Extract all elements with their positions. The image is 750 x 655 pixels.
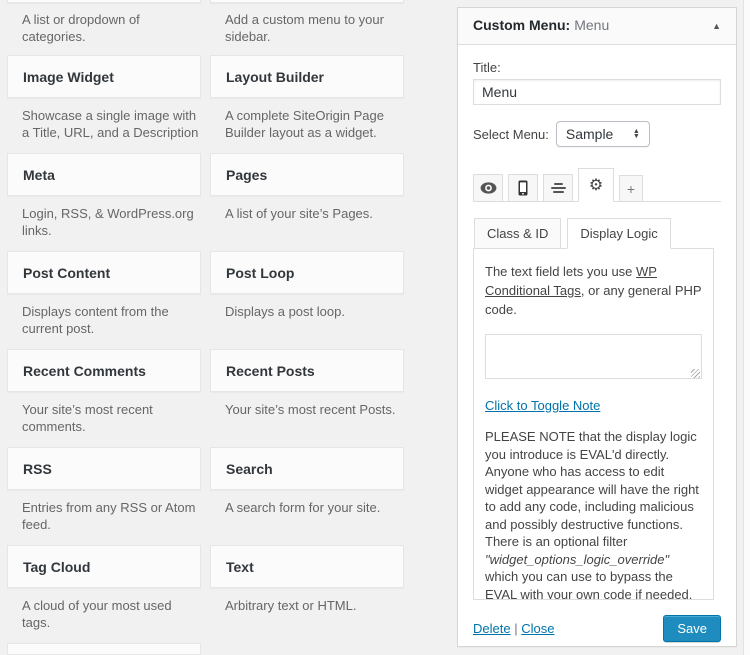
- gear-icon: ⚙: [589, 177, 603, 193]
- widget-description: Your site’s most recent comments.: [22, 401, 199, 435]
- widget-card-search[interactable]: Search: [210, 447, 404, 490]
- toggle-note-link[interactable]: Click to Toggle Note: [485, 398, 600, 413]
- menu-select-value: Sample: [566, 126, 621, 142]
- widget-description: A search form for your site.: [225, 499, 402, 516]
- tab-settings[interactable]: ⚙: [578, 168, 614, 202]
- widget-card-recent-posts[interactable]: Recent Posts: [210, 349, 404, 392]
- widget-title: Tag Cloud: [23, 559, 90, 575]
- widget-card-post-loop[interactable]: Post Loop: [210, 251, 404, 294]
- custom-menu-widget-panel: Custom Menu:Menu ▲ Title: Select Menu: S…: [457, 7, 737, 647]
- widget-card-layout-builder[interactable]: Layout Builder: [210, 55, 404, 98]
- widget-panel-title: Custom Menu:: [473, 17, 570, 33]
- menu-select-dropdown[interactable]: Sample ▲ ▼: [556, 121, 650, 147]
- close-link[interactable]: Close: [521, 621, 554, 636]
- tab-visibility[interactable]: [473, 174, 503, 202]
- footer-separator: |: [514, 621, 517, 636]
- widget-description: A complete SiteOrigin Page Builder layou…: [225, 107, 402, 141]
- available-widgets-list: A list or dropdown of categories. Add a …: [7, 0, 405, 655]
- eye-icon: [480, 182, 497, 194]
- widget-title: Search: [226, 461, 273, 477]
- widget-description: Your site’s most recent Posts.: [225, 401, 402, 418]
- widget-panel-body: Title: Select Menu: Sample ▲ ▼: [458, 60, 736, 654]
- select-menu-label: Select Menu:: [473, 127, 549, 142]
- widget-card-post-content[interactable]: Post Content: [7, 251, 201, 294]
- display-logic-panel: The text field lets you use WP Condition…: [473, 248, 714, 600]
- delete-link[interactable]: Delete: [473, 621, 511, 636]
- widget-card-text[interactable]: Text: [210, 545, 404, 588]
- widget-description: Displays content from the current post.: [22, 303, 199, 337]
- widget-rows: Image Widget Showcase a single image wit…: [7, 55, 405, 643]
- widget-panel-subtitle: Menu: [574, 17, 609, 33]
- widget-card-partial-bottom: [7, 643, 201, 655]
- widget-options-icon-tabs: ⚙ +: [473, 167, 721, 202]
- widget-description: A list of your site’s Pages.: [225, 205, 402, 222]
- subtab-display-logic[interactable]: Display Logic: [567, 218, 670, 249]
- widget-description: A cloud of your most used tags.: [22, 597, 199, 631]
- widget-card-cutoff: [7, 0, 201, 3]
- widget-title: Post Loop: [226, 265, 294, 281]
- collapse-arrow-icon[interactable]: ▲: [712, 22, 721, 31]
- widget-description: Add a custom menu to your sidebar.: [225, 11, 402, 45]
- widget-title: Meta: [23, 167, 55, 183]
- tab-add[interactable]: +: [619, 175, 643, 202]
- display-logic-textarea[interactable]: [485, 334, 702, 379]
- widget-description: A list or dropdown of categories.: [22, 11, 199, 45]
- widget-description: Displays a post loop.: [225, 303, 402, 320]
- save-button[interactable]: Save: [663, 615, 721, 642]
- settings-subtabs: Class & ID Display Logic: [473, 218, 721, 248]
- subtab-class-id[interactable]: Class & ID: [474, 218, 561, 249]
- widget-title: Recent Comments: [23, 363, 146, 379]
- widget-panel-footer: Delete | Close Save: [473, 615, 721, 642]
- widget-title: Pages: [226, 167, 267, 183]
- tab-devices[interactable]: [508, 174, 538, 202]
- widget-card-image-widget[interactable]: Image Widget: [7, 55, 201, 98]
- widget-title: Image Widget: [23, 69, 114, 85]
- widget-description: Login, RSS, & WordPress.org links.: [22, 205, 199, 239]
- display-logic-intro: The text field lets you use WP Condition…: [485, 262, 702, 319]
- plus-icon: +: [627, 181, 635, 197]
- sidebar-edge-strip: [743, 0, 750, 655]
- widget-card-recent-comments[interactable]: Recent Comments: [7, 349, 201, 392]
- display-logic-note: PLEASE NOTE that the display logic you i…: [485, 428, 702, 600]
- widget-card-rss[interactable]: RSS: [7, 447, 201, 490]
- title-input[interactable]: [473, 79, 721, 105]
- align-center-icon: [551, 183, 566, 193]
- widget-title: Post Content: [23, 265, 110, 281]
- widget-title: RSS: [23, 461, 52, 477]
- select-stepper-icon: ▲ ▼: [633, 129, 640, 139]
- widget-card-cutoff: [210, 0, 404, 3]
- widget-title: Layout Builder: [226, 69, 324, 85]
- tab-alignment[interactable]: [543, 174, 573, 202]
- widget-title: Recent Posts: [226, 363, 315, 379]
- widget-panel-header[interactable]: Custom Menu:Menu ▲: [458, 8, 736, 45]
- title-field-label: Title:: [473, 60, 721, 75]
- widget-row-cutoff: A list or dropdown of categories. Add a …: [7, 0, 405, 55]
- widget-title: Text: [226, 559, 254, 575]
- mobile-phone-icon: [518, 180, 528, 196]
- widget-card-meta[interactable]: Meta: [7, 153, 201, 196]
- widget-description: Entries from any RSS or Atom feed.: [22, 499, 199, 533]
- widget-description: Arbitrary text or HTML.: [225, 597, 402, 614]
- widget-card-tag-cloud[interactable]: Tag Cloud: [7, 545, 201, 588]
- widget-description: Showcase a single image with a Title, UR…: [22, 107, 199, 141]
- widget-card-pages[interactable]: Pages: [210, 153, 404, 196]
